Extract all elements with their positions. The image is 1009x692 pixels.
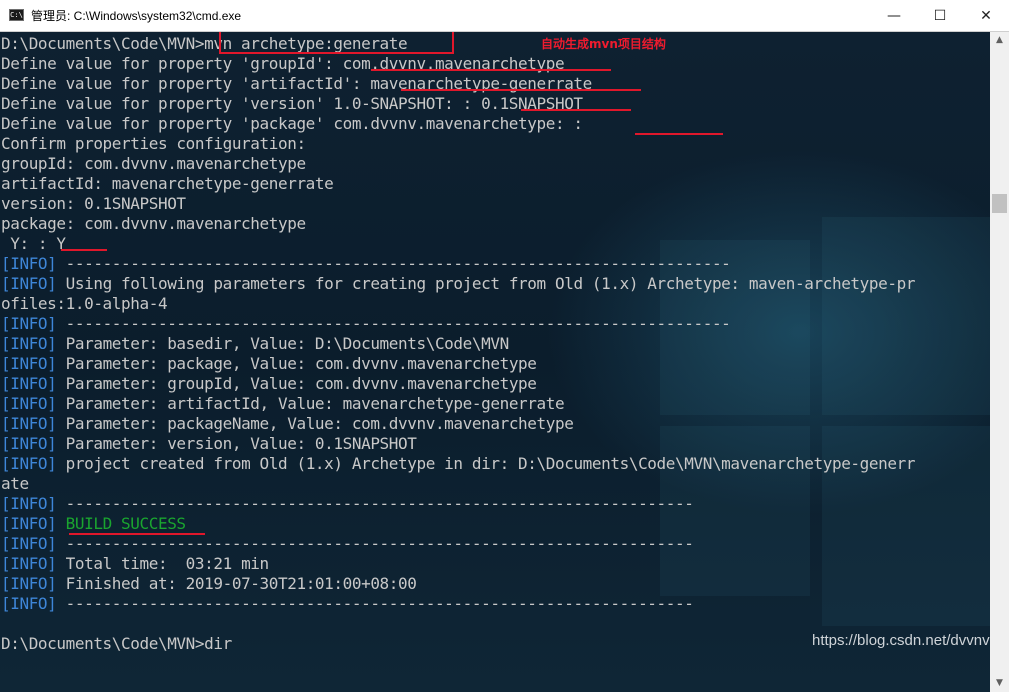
log-text: ----------------------------------------… (65, 534, 694, 553)
console-line: version: 0.1SNAPSHOT (1, 194, 186, 213)
console-line: [INFO] Parameter: artifactId, Value: mav… (1, 394, 565, 414)
console-line: Define value for property 'groupId': com… (1, 54, 565, 73)
log-text: Parameter: package, Value: com.dvvnv.mav… (65, 354, 537, 373)
log-text: Parameter: basedir, Value: D:\Documents\… (65, 334, 510, 353)
log-text: ----------------------------------------… (65, 254, 731, 273)
console-line: Define value for property 'version' 1.0-… (1, 94, 583, 113)
console-line: [INFO] BUILD SUCCESS (1, 514, 186, 534)
console-line: [INFO] Total time: 03:21 min (1, 554, 269, 574)
highlight-underline (61, 249, 107, 251)
log-text: Total time: 03:21 min (65, 554, 270, 573)
info-tag: [INFO] (1, 314, 57, 333)
console-line: artifactId: mavenarchetype-generrate (1, 174, 334, 193)
highlight-underline (401, 89, 641, 91)
log-text: Parameter: artifactId, Value: mavenarche… (65, 394, 565, 413)
annotation-label: 自动生成mvn项目结构 (541, 37, 666, 51)
console-line: Confirm properties configuration: (1, 134, 306, 153)
console-line: [INFO] Parameter: basedir, Value: D:\Doc… (1, 334, 509, 354)
log-text: Finished at: 2019-07-30T21:01:00+08:00 (65, 574, 417, 593)
close-button[interactable]: ✕ (963, 0, 1009, 31)
console-line: [INFO] ---------------------------------… (1, 254, 731, 274)
log-text: ----------------------------------------… (65, 594, 694, 613)
title-bar[interactable]: C:\ 管理员: C:\Windows\system32\cmd.exe — ☐… (0, 0, 1009, 32)
highlight-underline (69, 533, 205, 535)
console-line: [INFO] Using following parameters for cr… (1, 274, 915, 294)
console-line: Define value for property 'package' com.… (1, 114, 583, 133)
console-line: [INFO] ---------------------------------… (1, 494, 694, 514)
console-line: [INFO] Parameter: packageName, Value: co… (1, 414, 574, 434)
console-line: [INFO] Parameter: version, Value: 0.1SNA… (1, 434, 417, 454)
console-line: ofiles:1.0-alpha-4 (1, 294, 168, 313)
build-success-text: BUILD SUCCESS (65, 514, 186, 533)
console-line: [INFO] Parameter: groupId, Value: com.dv… (1, 374, 537, 394)
console-line: package: com.dvvnv.mavenarchetype (1, 214, 306, 233)
console-line: [INFO] Parameter: package, Value: com.dv… (1, 354, 537, 374)
info-tag: [INFO] (1, 514, 57, 533)
console-line: [INFO] ---------------------------------… (1, 534, 694, 554)
highlight-box (219, 32, 454, 54)
info-tag: [INFO] (1, 574, 57, 593)
console-line: Y: : Y (1, 234, 66, 253)
info-tag: [INFO] (1, 254, 57, 273)
info-tag: [INFO] (1, 554, 57, 573)
console-line: Define value for property 'artifactId': … (1, 74, 592, 93)
highlight-underline (635, 133, 723, 135)
scroll-up-arrow-icon[interactable]: ▲ (990, 32, 1009, 49)
cmd-window: C:\ 管理员: C:\Windows\system32\cmd.exe — ☐… (0, 0, 1009, 692)
minimize-button[interactable]: — (871, 0, 917, 31)
console-app-icon[interactable]: C:\ (9, 9, 24, 21)
console-line: [INFO] project created from Old (1.x) Ar… (1, 454, 915, 474)
wallpaper-pane (822, 217, 990, 415)
log-text: ----------------------------------------… (65, 314, 731, 333)
log-text: ----------------------------------------… (65, 494, 694, 513)
watermark-text: https://blog.csdn.net/dvvnv (812, 632, 990, 649)
log-text: Parameter: groupId, Value: com.dvvnv.mav… (65, 374, 537, 393)
scroll-down-arrow-icon[interactable]: ▼ (990, 675, 1009, 692)
console-line: [INFO] Finished at: 2019-07-30T21:01:00+… (1, 574, 417, 594)
console-output[interactable]: D:\Documents\Code\MVN>mvn archetype:gene… (0, 32, 990, 692)
vertical-scrollbar[interactable]: ▲ ▼ (990, 32, 1009, 692)
info-tag: [INFO] (1, 534, 57, 553)
console-prompt-line[interactable]: D:\Documents\Code\MVN>dir (1, 634, 232, 654)
info-tag: [INFO] (1, 274, 57, 293)
info-tag: [INFO] (1, 594, 57, 613)
maximize-button[interactable]: ☐ (917, 0, 963, 31)
info-tag: [INFO] (1, 454, 57, 473)
info-tag: [INFO] (1, 434, 57, 453)
highlight-underline (521, 109, 631, 111)
info-tag: [INFO] (1, 374, 57, 393)
console-line: groupId: com.dvvnv.mavenarchetype (1, 154, 306, 173)
log-text: project created from Old (1.x) Archetype… (65, 454, 916, 473)
console-line: ate (1, 474, 29, 493)
info-tag: [INFO] (1, 334, 57, 353)
info-tag: [INFO] (1, 414, 57, 433)
window-title: 管理员: C:\Windows\system32\cmd.exe (31, 9, 242, 23)
log-text: Parameter: packageName, Value: com.dvvnv… (65, 414, 574, 433)
scroll-thumb[interactable] (992, 194, 1007, 213)
info-tag: [INFO] (1, 494, 57, 513)
info-tag: [INFO] (1, 394, 57, 413)
log-text: Using following parameters for creating … (65, 274, 916, 293)
console-line: [INFO] ---------------------------------… (1, 594, 694, 614)
log-text: Parameter: version, Value: 0.1SNAPSHOT (65, 434, 417, 453)
highlight-underline (371, 69, 611, 71)
console-line: [INFO] ---------------------------------… (1, 314, 731, 334)
info-tag: [INFO] (1, 354, 57, 373)
